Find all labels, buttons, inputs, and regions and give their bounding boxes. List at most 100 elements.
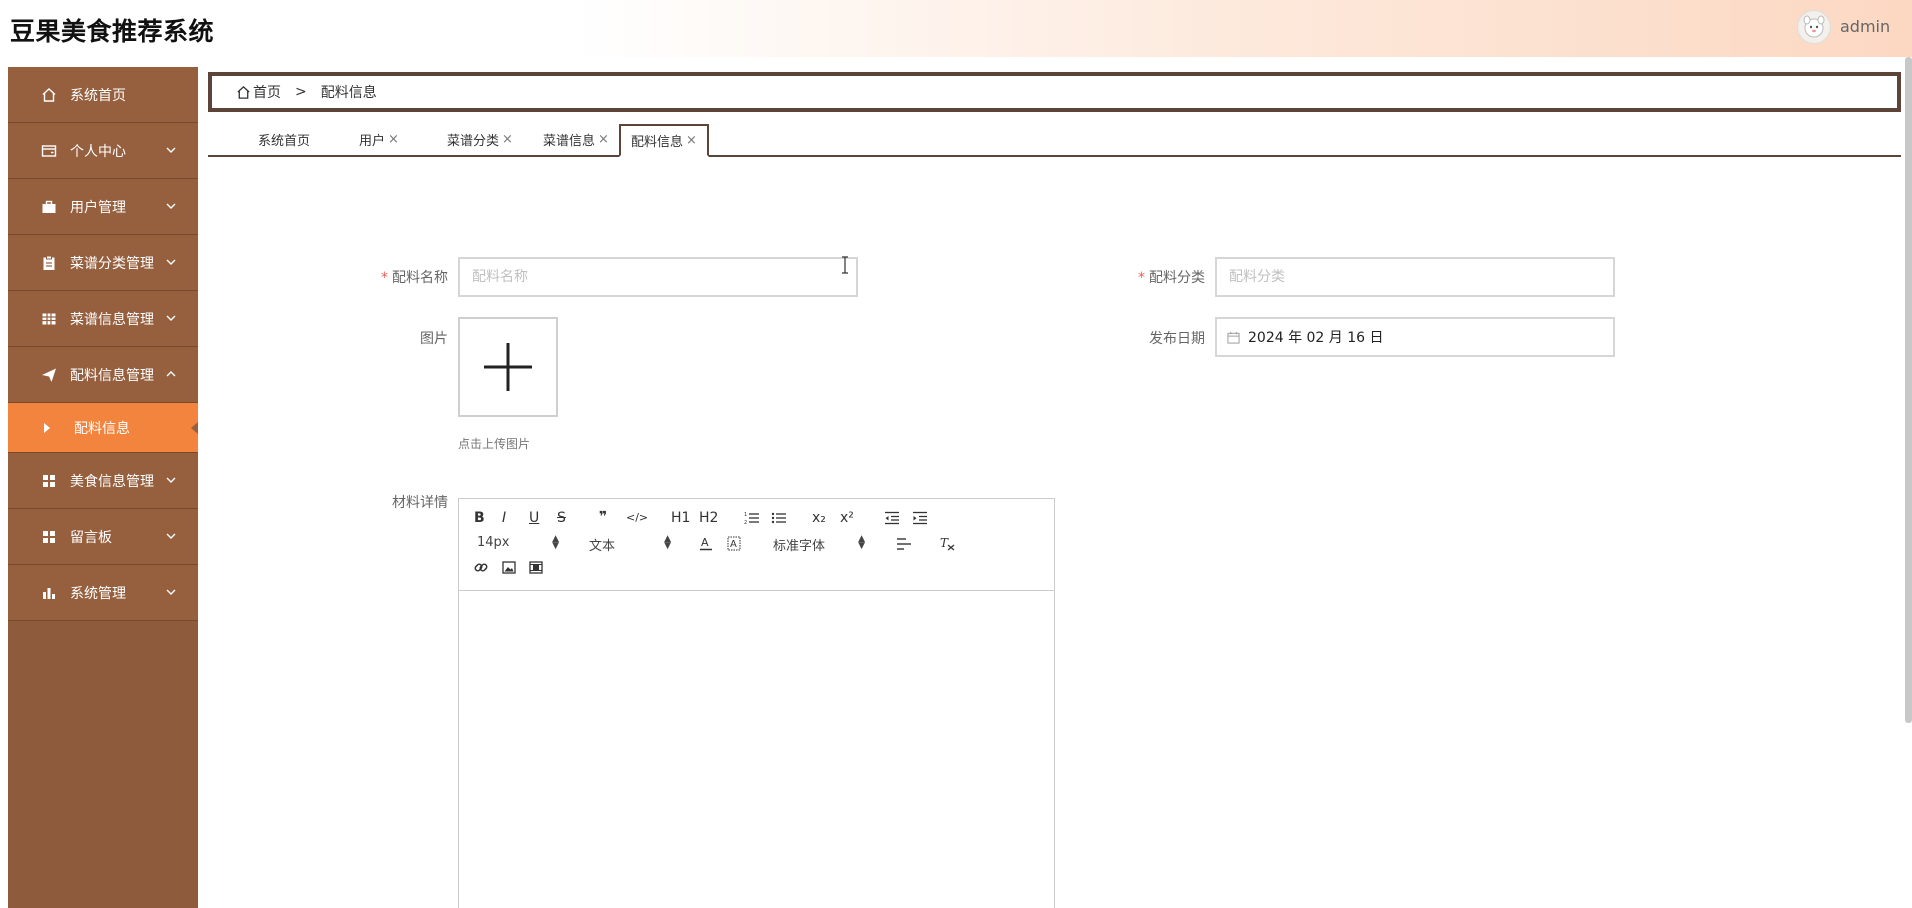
clear-format-icon[interactable]: T bbox=[939, 536, 955, 551]
caret-right-icon bbox=[44, 422, 50, 433]
image-upload-button[interactable] bbox=[458, 317, 558, 417]
font-size-select[interactable]: 14px ▲ ▼ bbox=[477, 534, 559, 551]
close-icon[interactable]: × bbox=[598, 132, 609, 147]
blockquote-button[interactable]: ❞ bbox=[599, 509, 607, 525]
indent-icon[interactable] bbox=[912, 511, 928, 525]
bar-chart-icon bbox=[40, 584, 58, 602]
home-icon bbox=[237, 85, 250, 99]
sidebar-item-label: 个人中心 bbox=[70, 143, 126, 160]
tab-users[interactable]: 用户 × bbox=[349, 124, 409, 155]
sidebar-item-system[interactable]: 系统管理 bbox=[8, 565, 198, 621]
superscript-button[interactable]: x² bbox=[840, 510, 854, 526]
tab-label: 配料信息 bbox=[631, 135, 684, 150]
tab-recipe-category[interactable]: 菜谱分类 × bbox=[437, 124, 523, 155]
outdent-icon[interactable] bbox=[884, 511, 900, 525]
sidebar: 系统首页 个人中心 用户管理 菜谱分类管理 菜谱信息管理 配料信息管理 配料信息… bbox=[8, 67, 198, 908]
font-family-select[interactable]: 标准字体 ▲ ▼ bbox=[773, 534, 865, 555]
grid-icon bbox=[40, 472, 58, 490]
heading2-button[interactable]: H2 bbox=[699, 510, 718, 526]
plus-icon bbox=[484, 343, 532, 391]
background-color-icon[interactable]: A bbox=[727, 536, 741, 551]
ingredient-category-input[interactable] bbox=[1215, 257, 1615, 297]
tab-recipe-info[interactable]: 菜谱信息 × bbox=[533, 124, 619, 155]
publish-date-picker[interactable]: 2024 年 02 月 16 日 bbox=[1215, 317, 1615, 357]
sidebar-item-ingredient-info[interactable]: 配料信息管理 bbox=[8, 347, 198, 403]
paper-plane-icon bbox=[40, 366, 58, 384]
code-block-button[interactable]: </> bbox=[626, 511, 648, 524]
sidebar-item-recipe-category[interactable]: 菜谱分类管理 bbox=[8, 235, 198, 291]
avatar-image-icon bbox=[1800, 13, 1828, 41]
underline-button[interactable]: U bbox=[529, 510, 539, 526]
clipboard-icon bbox=[40, 254, 58, 272]
svg-text:A: A bbox=[701, 536, 709, 549]
sidebar-item-message-board[interactable]: 留言板 bbox=[8, 509, 198, 565]
wallet-icon bbox=[40, 142, 58, 160]
sidebar-item-label: 美食信息管理 bbox=[70, 473, 154, 490]
link-icon[interactable] bbox=[474, 560, 489, 575]
chevron-down-icon bbox=[166, 147, 176, 153]
tab-label: 菜谱分类 bbox=[447, 134, 500, 149]
chevron-down-icon bbox=[166, 589, 176, 595]
ordered-list-icon[interactable]: 12 bbox=[744, 511, 760, 525]
home-icon bbox=[40, 86, 58, 104]
close-icon[interactable]: × bbox=[502, 132, 513, 147]
strikethrough-button[interactable]: S bbox=[557, 510, 566, 526]
subscript-button[interactable]: x₂ bbox=[812, 510, 826, 526]
upload-tip: 点击上传图片 bbox=[458, 437, 531, 451]
italic-button[interactable]: I bbox=[502, 510, 506, 526]
tab-ingredient-info[interactable]: 配料信息 × bbox=[619, 124, 709, 157]
close-icon[interactable]: × bbox=[388, 132, 399, 147]
sidebar-item-label: 菜谱信息管理 bbox=[70, 311, 154, 328]
sidebar-item-profile[interactable]: 个人中心 bbox=[8, 123, 198, 179]
sidebar-subitem-ingredient[interactable]: 配料信息 bbox=[8, 403, 198, 453]
sidebar-item-food-info[interactable]: 美食信息管理 bbox=[8, 453, 198, 509]
briefcase-icon bbox=[40, 198, 58, 216]
ingredient-category-label: * 配料分类 bbox=[1138, 270, 1205, 286]
svg-text:A: A bbox=[730, 539, 737, 550]
select-arrows-icon: ▲ ▼ bbox=[552, 534, 559, 551]
tab-label: 用户 bbox=[359, 134, 386, 149]
avatar[interactable] bbox=[1797, 10, 1831, 44]
ingredient-name-label: * 配料名称 bbox=[381, 270, 448, 286]
image-icon[interactable] bbox=[502, 561, 516, 574]
chevron-down-icon bbox=[166, 315, 176, 321]
calendar-icon bbox=[1227, 331, 1240, 344]
app-header: 豆果美食推荐系统 admin bbox=[0, 0, 1912, 57]
sidebar-item-recipe-info[interactable]: 菜谱信息管理 bbox=[8, 291, 198, 347]
bold-button[interactable]: B bbox=[474, 510, 485, 526]
font-color-icon[interactable]: A bbox=[699, 536, 713, 551]
editor-content-area[interactable] bbox=[459, 591, 1054, 908]
heading1-button[interactable]: H1 bbox=[671, 510, 690, 526]
grid-icon bbox=[40, 528, 58, 546]
align-left-icon[interactable] bbox=[896, 537, 912, 551]
breadcrumb-home[interactable]: 首页 bbox=[253, 82, 281, 102]
sidebar-item-users[interactable]: 用户管理 bbox=[8, 179, 198, 235]
user-name[interactable]: admin bbox=[1840, 17, 1890, 36]
svg-text:1: 1 bbox=[744, 512, 747, 518]
required-mark: * bbox=[381, 270, 388, 286]
material-detail-label: 材料详情 bbox=[392, 495, 448, 511]
editor-toolbar: B I U S ❞ </> H1 H2 12 x₂ x² 14px ▲ ▼ 文本 … bbox=[459, 499, 1054, 591]
page-scrollbar[interactable] bbox=[1905, 57, 1912, 723]
svg-text:2: 2 bbox=[744, 520, 747, 525]
chevron-up-icon bbox=[166, 371, 176, 377]
select-arrows-icon: ▲ ▼ bbox=[664, 534, 671, 551]
image-label: 图片 bbox=[420, 331, 448, 347]
text-cursor-icon bbox=[842, 256, 848, 274]
sidebar-item-home[interactable]: 系统首页 bbox=[8, 67, 198, 123]
breadcrumb-current: 配料信息 bbox=[320, 85, 377, 101]
heading-select[interactable]: 文本 ▲ ▼ bbox=[589, 534, 671, 555]
sidebar-subitem-label: 配料信息 bbox=[74, 420, 130, 437]
select-arrows-icon: ▲ ▼ bbox=[858, 534, 865, 551]
ingredient-name-input[interactable] bbox=[458, 257, 858, 297]
rich-text-editor: B I U S ❞ </> H1 H2 12 x₂ x² 14px ▲ ▼ 文本 … bbox=[458, 498, 1055, 908]
sidebar-item-label: 留言板 bbox=[70, 529, 112, 546]
breadcrumb-separator: > bbox=[295, 84, 307, 100]
close-icon[interactable]: × bbox=[686, 133, 697, 148]
sidebar-item-label: 用户管理 bbox=[70, 199, 126, 216]
tab-bar: 系统首页 用户 × 菜谱分类 × 菜谱信息 × 配料信息 × bbox=[208, 124, 1901, 157]
chevron-down-icon bbox=[166, 477, 176, 483]
bullet-list-icon[interactable] bbox=[771, 511, 787, 525]
video-icon[interactable] bbox=[529, 561, 543, 574]
tab-home[interactable]: 系统首页 bbox=[248, 124, 320, 155]
